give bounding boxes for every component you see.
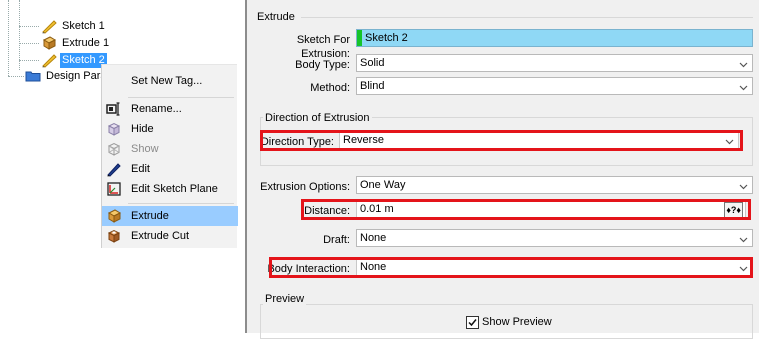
extrude-icon — [41, 35, 57, 51]
extrude-icon — [106, 208, 122, 224]
tree-item-label: Extrude 1 — [62, 36, 110, 49]
menu-item-edit-sketch-plane[interactable]: Edit Sketch Plane — [102, 179, 238, 199]
tree-item-sketch-2[interactable]: Sketch 2 — [41, 52, 107, 68]
body-type-label: Body Type: — [295, 59, 350, 71]
extrusion-options-label: Extrusion Options: — [260, 181, 350, 193]
chevron-down-icon — [739, 58, 748, 68]
menu-item-label: Extrude Cut — [131, 230, 190, 242]
tree-item-extrude-1[interactable]: Extrude 1 — [41, 35, 111, 51]
method-value: Blind — [360, 80, 385, 92]
tree-item-sketch-1[interactable]: Sketch 1 — [41, 18, 107, 34]
chevron-down-icon — [739, 180, 748, 190]
tree-item-label: Sketch 2 — [60, 52, 107, 68]
tree-connector — [19, 26, 39, 27]
draft-label: Draft: — [323, 234, 350, 246]
extrude-properties-panel: Extrude Sketch For Extrusion: Sketch 2 B… — [247, 0, 759, 339]
section-divider — [301, 17, 753, 18]
pencil-icon — [106, 161, 122, 177]
method-label: Method: — [310, 82, 350, 94]
sketch-pencil-icon — [41, 18, 57, 34]
menu-item-label: Set New Tag... — [131, 75, 203, 87]
body-type-dropdown[interactable]: Solid — [356, 54, 753, 72]
menu-separator — [128, 203, 234, 204]
tree-connector — [8, 76, 24, 77]
menu-item-show[interactable]: Show — [102, 139, 238, 159]
tree-connector — [19, 43, 39, 44]
show-preview-checkbox-row[interactable]: Show Preview — [466, 315, 552, 329]
chevron-down-icon — [739, 233, 748, 243]
annotation-box-body-interaction — [269, 257, 753, 278]
menu-item-label: Extrude — [131, 210, 169, 222]
section-title: Extrude — [257, 11, 295, 23]
context-menu: Set New Tag... Rename... Hide Show Edit … — [101, 64, 238, 248]
menu-item-label: Hide — [131, 123, 154, 135]
sketch-pencil-icon — [41, 52, 57, 68]
menu-item-rename[interactable]: Rename... — [102, 99, 238, 119]
sketch-for-extrusion-field[interactable]: Sketch 2 — [356, 29, 753, 47]
hide-cube-icon — [106, 121, 122, 137]
menu-item-extrude-cut[interactable]: Extrude Cut — [102, 226, 238, 246]
show-cube-icon — [106, 141, 122, 157]
sketch-for-extrusion-value: Sketch 2 — [365, 32, 408, 44]
menu-item-hide[interactable]: Hide — [102, 119, 238, 139]
direction-group-title: Direction of Extrusion — [263, 112, 372, 125]
rename-icon — [106, 101, 122, 117]
folder-icon — [25, 68, 41, 84]
menu-item-label: Edit Sketch Plane — [131, 183, 218, 195]
preview-group-title: Preview — [263, 293, 307, 306]
extrude-cut-icon — [106, 228, 122, 244]
sketch-for-extrusion-label: Sketch For Extrusion: — [296, 34, 350, 60]
annotation-box-distance — [301, 199, 751, 220]
menu-item-edit[interactable]: Edit — [102, 159, 238, 179]
show-preview-label: Show Preview — [482, 315, 552, 328]
body-type-value: Solid — [360, 57, 385, 69]
extrusion-options-value: One Way — [360, 179, 406, 191]
tree-connector — [19, 60, 39, 61]
menu-item-label: Rename... — [131, 103, 182, 115]
sketch-plane-icon — [106, 181, 122, 197]
menu-item-extrude[interactable]: Extrude — [102, 206, 238, 226]
chevron-down-icon — [739, 81, 748, 91]
menu-item-set-new-tag[interactable]: Set New Tag... — [102, 71, 238, 91]
show-preview-checkbox[interactable] — [466, 315, 479, 329]
tree-connector — [8, 0, 9, 76]
menu-separator — [128, 97, 234, 98]
draft-value: None — [360, 232, 387, 244]
tree-item-label: Sketch 1 — [62, 19, 105, 32]
draft-dropdown[interactable]: None — [356, 229, 753, 247]
menu-item-label: Show — [131, 143, 159, 155]
menu-item-label: Edit — [131, 163, 150, 175]
annotation-box-direction-type — [260, 130, 743, 151]
method-dropdown[interactable]: Blind — [356, 77, 753, 95]
valid-indicator — [357, 30, 362, 46]
extrusion-options-dropdown[interactable]: One Way — [356, 176, 753, 194]
